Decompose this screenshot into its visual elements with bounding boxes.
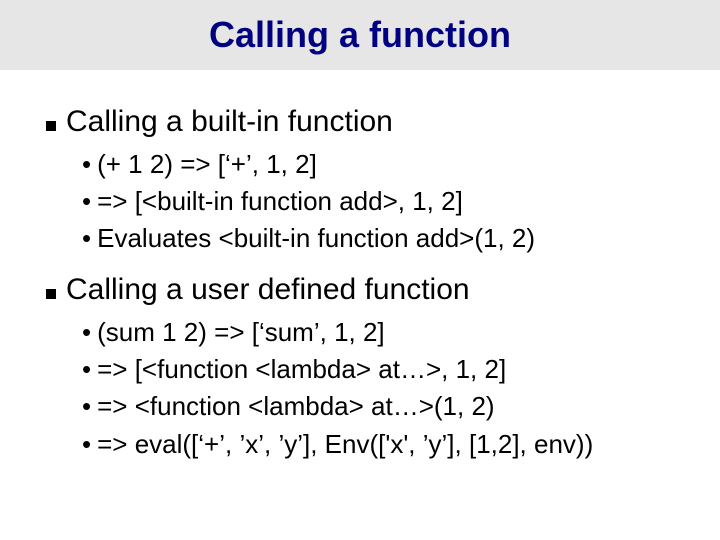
lvl2-text: => [<function <lambda> at…>, 1, 2] — [97, 352, 506, 387]
square-bullet-icon — [46, 121, 56, 131]
dot-bullet-icon: • — [82, 315, 91, 350]
dot-bullet-icon: • — [82, 221, 91, 256]
lvl2-text: Evaluates <built-in function add>(1, 2) — [97, 221, 535, 256]
bullet-lvl2: • (sum 1 2) => [‘sum’, 1, 2] — [82, 315, 690, 350]
bullet-lvl1: Calling a user defined function — [46, 270, 690, 309]
lvl2-text: => eval([‘+’, ’x’, ’y’], Env(['x', ’y’],… — [97, 427, 593, 462]
dot-bullet-icon: • — [82, 427, 91, 462]
lvl2-text: (+ 1 2) => [‘+’, 1, 2] — [97, 147, 317, 182]
bullet-lvl2: • (+ 1 2) => [‘+’, 1, 2] — [82, 147, 690, 182]
bullet-lvl2: • => eval([‘+’, ’x’, ’y’], Env(['x', ’y’… — [82, 427, 690, 462]
slide-title: Calling a function — [0, 14, 720, 56]
lvl2-text: => [<built-in function add>, 1, 2] — [97, 184, 463, 219]
bullet-lvl2: • Evaluates <built-in function add>(1, 2… — [82, 221, 690, 256]
title-bar: Calling a function — [0, 0, 720, 70]
lvl2-text: (sum 1 2) => [‘sum’, 1, 2] — [97, 315, 385, 350]
lvl2-text: => <function <lambda> at…>(1, 2) — [97, 389, 494, 424]
square-bullet-icon — [46, 289, 56, 299]
slide-content: Calling a built-in function • (+ 1 2) =>… — [0, 70, 720, 462]
lvl1-text: Calling a user defined function — [66, 270, 470, 309]
dot-bullet-icon: • — [82, 389, 91, 424]
lvl1-text: Calling a built-in function — [66, 102, 393, 141]
bullet-lvl2: • => <function <lambda> at…>(1, 2) — [82, 389, 690, 424]
dot-bullet-icon: • — [82, 352, 91, 387]
bullet-lvl1: Calling a built-in function — [46, 102, 690, 141]
bullet-lvl2: • => [<function <lambda> at…>, 1, 2] — [82, 352, 690, 387]
slide: Calling a function Calling a built-in fu… — [0, 0, 720, 540]
dot-bullet-icon: • — [82, 184, 91, 219]
bullet-lvl2: • => [<built-in function add>, 1, 2] — [82, 184, 690, 219]
dot-bullet-icon: • — [82, 147, 91, 182]
